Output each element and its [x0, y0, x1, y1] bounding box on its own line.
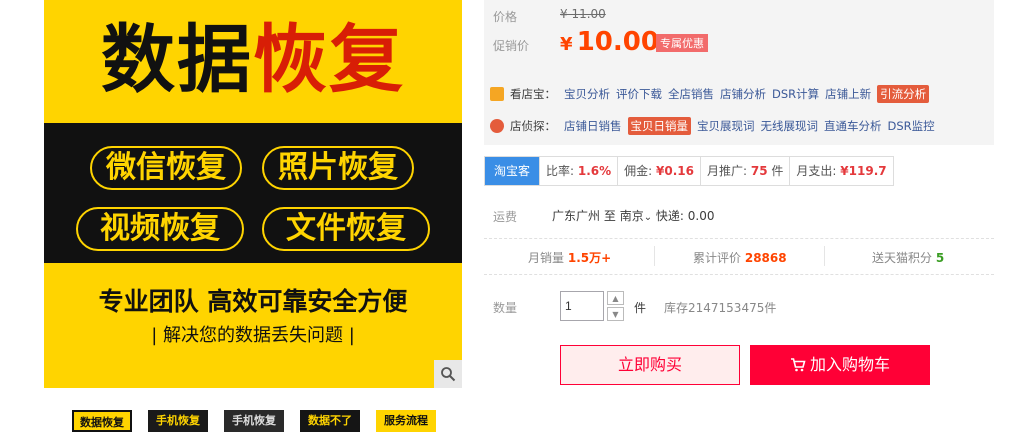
- promo-price: ¥ 10.00: [560, 27, 659, 57]
- buy-now-button[interactable]: 立即购买: [560, 345, 740, 385]
- thumbnail-2[interactable]: 手机恢复: [148, 410, 208, 432]
- total-reviews[interactable]: 累计评价 28868: [693, 249, 787, 266]
- points-value: 5: [935, 251, 945, 265]
- divider: [484, 274, 994, 275]
- shop-detect-link[interactable]: 宝贝展现词: [697, 118, 755, 134]
- quantity-input[interactable]: [560, 291, 604, 321]
- divider: [484, 238, 994, 239]
- thumbnail-label: 数据恢复: [80, 416, 124, 429]
- promo-price-label: 促销价: [493, 39, 530, 53]
- shop-tools-icon: [490, 87, 504, 101]
- image-pill-video: 视频恢复: [76, 207, 244, 251]
- rate-value: 1.6%: [577, 164, 612, 178]
- shipping-from: 广东广州: [552, 209, 601, 223]
- image-title-part2: 恢复: [253, 17, 405, 103]
- image-pill-file: 文件恢复: [262, 207, 430, 251]
- thumbnail-label: 服务流程: [384, 414, 428, 427]
- reviews-label: 累计评价: [693, 251, 742, 265]
- shop-tool-link[interactable]: 店铺分析: [720, 86, 766, 102]
- shipping-destination: 南京: [619, 209, 644, 223]
- chevron-up-icon: ▲: [612, 293, 619, 303]
- divider: [654, 246, 655, 266]
- thumbnail-label: 数据不了: [308, 414, 352, 427]
- shipping-method: 快递: 0.00: [655, 209, 715, 223]
- shop-detect-name: 店侦探：: [510, 119, 556, 133]
- shipping-to-word: 至: [603, 209, 616, 223]
- image-slogan: 专业团队 高效可靠安全方便: [98, 287, 408, 316]
- thumbnail-1[interactable]: 数据恢复: [72, 410, 132, 432]
- promo-tag: 专属优惠: [656, 34, 708, 52]
- shop-tool-link[interactable]: 全店销售: [668, 86, 714, 102]
- chevron-down-icon: ⌄: [643, 212, 653, 223]
- image-subtitle: | 解决您的数据丢失问题 |: [151, 325, 355, 346]
- shop-detect-link[interactable]: DSR监控: [888, 118, 935, 134]
- image-title-part1: 数据: [101, 17, 253, 103]
- shop-tool-link[interactable]: 宝贝分析: [564, 86, 610, 102]
- cart-icon: [790, 358, 806, 372]
- thumbnail-label: 手机恢复: [156, 414, 200, 427]
- thumbnail-label: 手机恢复: [232, 414, 276, 427]
- chevron-down-icon: ▼: [612, 309, 619, 319]
- taobaoke-monthly-spend: 月支出: ¥119.7: [789, 157, 892, 185]
- add-to-cart-button[interactable]: 加入购物车: [750, 345, 930, 385]
- shop-tool-link[interactable]: DSR计算: [772, 86, 819, 102]
- taobaoke-stats: 淘宝客 比率: 1.6% 佣金: ¥0.16 月推广: 75 件 月支出: ¥1…: [484, 156, 894, 186]
- shipping-info: 广东广州 至 南京⌄ 快递: 0.00: [552, 207, 715, 224]
- quantity-label: 数量: [493, 301, 518, 315]
- reviews-value: 28868: [744, 251, 787, 265]
- monthly-spend-label: 月支出:: [796, 164, 837, 178]
- taobaoke-commission: 佣金: ¥0.16: [617, 157, 700, 185]
- shop-tool-link[interactable]: 评价下载: [616, 86, 662, 102]
- points-label: 送天猫积分: [872, 251, 933, 265]
- sales-label: 月销量: [528, 251, 565, 265]
- original-price: ¥ 11.00: [560, 7, 606, 21]
- shop-detect-link[interactable]: 店铺日销售: [564, 118, 622, 134]
- add-to-cart-label: 加入购物车: [809, 355, 890, 374]
- thumbnail-4[interactable]: 数据不了: [300, 410, 360, 432]
- rate-label: 比率:: [546, 164, 575, 178]
- image-pill-photo: 照片恢复: [262, 146, 414, 190]
- shop-detect-link-highlight[interactable]: 宝贝日销量: [627, 117, 691, 135]
- sales-value: 1.5万+: [567, 251, 612, 265]
- commission-value: ¥0.16: [656, 164, 694, 178]
- shop-detect-link[interactable]: 无线展现词: [761, 118, 819, 134]
- price-label: 价格: [493, 10, 518, 24]
- commission-label: 佣金:: [624, 164, 653, 178]
- image-pill-wechat: 微信恢复: [90, 146, 242, 190]
- tmall-points: 送天猫积分 5: [872, 249, 944, 266]
- shop-detect-row: 店侦探： 店铺日销售 宝贝日销量 宝贝展现词 无线展现词 直通车分析 DSR监控: [490, 116, 941, 136]
- monthly-promo-unit: 件: [771, 164, 784, 178]
- thumbnail-5[interactable]: 服务流程: [376, 410, 436, 432]
- quantity-increase-button[interactable]: ▲: [607, 291, 624, 305]
- shipping-label: 运费: [493, 210, 518, 224]
- quantity-unit: 件: [634, 301, 647, 315]
- monthly-sales: 月销量 1.5万+: [528, 249, 611, 266]
- monthly-spend-value: ¥119.7: [840, 164, 887, 178]
- monthly-promo-label: 月推广:: [707, 164, 748, 178]
- image-title: 数据恢复: [44, 14, 462, 106]
- shop-tool-link[interactable]: 店铺上新: [825, 86, 871, 102]
- promo-value: 10.00: [576, 27, 659, 57]
- promo-currency: ¥: [560, 34, 573, 55]
- shop-tools-row: 看店宝： 宝贝分析 评价下载 全店销售 店铺分析 DSR计算 店铺上新 引流分析: [490, 84, 935, 104]
- shipping-destination-select[interactable]: 南京⌄: [620, 209, 652, 223]
- monthly-promo-value: 75: [750, 164, 768, 178]
- zoom-button[interactable]: [434, 360, 462, 388]
- taobaoke-brand[interactable]: 淘宝客: [485, 157, 539, 185]
- taobaoke-rate: 比率: 1.6%: [539, 157, 617, 185]
- shop-tools-name: 看店宝：: [510, 87, 556, 101]
- shop-detect-icon: [490, 119, 504, 133]
- quantity-decrease-button[interactable]: ▼: [607, 307, 624, 321]
- stock-count: 库存2147153475件: [664, 301, 777, 315]
- magnifier-icon: [441, 367, 456, 382]
- divider: [824, 246, 825, 266]
- thumbnail-3[interactable]: 手机恢复: [224, 410, 284, 432]
- shop-detect-link[interactable]: 直通车分析: [824, 118, 882, 134]
- shop-tool-link-highlight[interactable]: 引流分析: [877, 85, 930, 103]
- product-main-image: 数据恢复 微信恢复 照片恢复 视频恢复 文件恢复 专业团队 高效可靠安全方便 |…: [44, 0, 462, 388]
- taobaoke-monthly-promo: 月推广: 75 件: [700, 157, 789, 185]
